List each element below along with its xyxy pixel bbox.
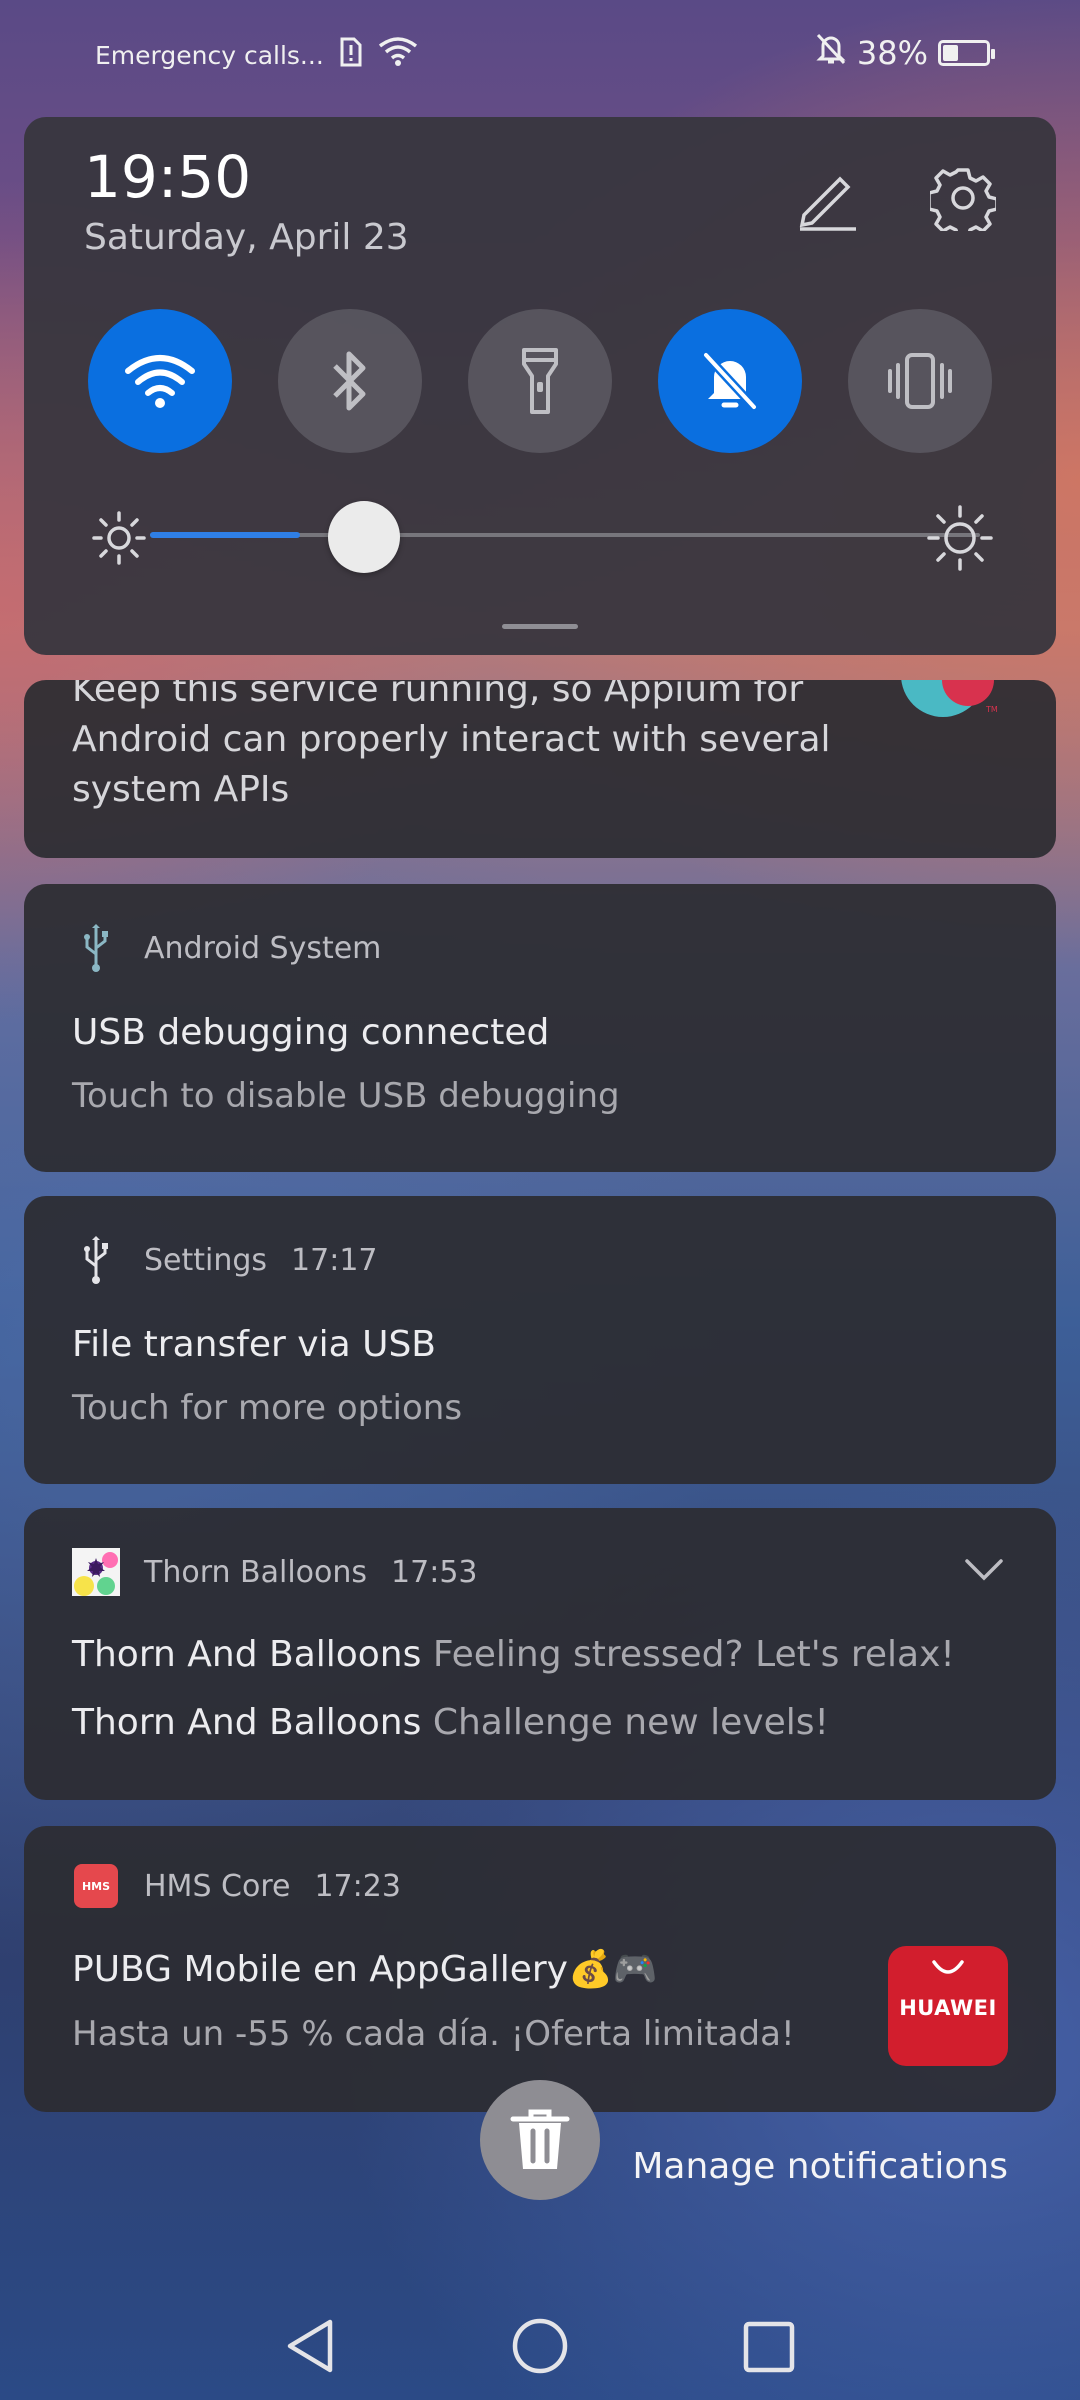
flashlight-toggle[interactable] [468,309,612,453]
brightness-high-icon [926,504,994,576]
notification-line-text: Challenge new levels! [432,1702,829,1743]
appium-text-line3: system APIs [72,769,290,810]
usb-icon [72,1236,120,1284]
bluetooth-toggle[interactable] [278,309,422,453]
brightness-low-icon [90,509,148,571]
thorn-balloons-app-icon [72,1548,120,1596]
notification-line: Thorn And Balloons Feeling stressed? Let… [72,1634,955,1675]
notification-app-name: Android System [144,930,382,966]
appium-logo-icon: TM [888,680,1008,734]
mute-toggle[interactable] [658,309,802,453]
bluetooth-icon [333,351,366,411]
quick-settings-panel: 19:50 Saturday, April 23 [24,117,1056,655]
wifi-status-icon [378,36,418,74]
vibrate-icon [888,353,952,409]
android-system-notification[interactable]: Android System USB debugging connected T… [24,884,1056,1172]
thorn-balloons-notification[interactable]: Thorn Balloons 17:53 Thorn And Balloons … [24,1508,1056,1800]
carrier-text: Emergency calls... [95,40,324,70]
notification-subtitle: Touch for more options [72,1388,463,1428]
settings-gear-icon[interactable] [927,165,999,240]
notification-title: USB debugging connected [72,1012,550,1053]
date: Saturday, April 23 [84,217,409,258]
notification-app-name: HMS Core [144,1868,291,1904]
vibrate-toggle[interactable] [848,309,992,453]
notification-app-name: Settings [144,1242,268,1278]
wifi-icon [125,355,195,408]
huawei-label: HUAWEI [899,1996,997,2020]
back-button[interactable] [282,2316,338,2380]
usb-icon [72,924,120,972]
trash-icon [510,2109,570,2169]
appium-text-line1: Keep this service running, so Appium for [72,680,804,710]
panel-drag-handle[interactable] [502,624,578,629]
manage-notifications-link[interactable]: Manage notifications [632,2146,1008,2187]
appium-text-line2: Android can properly interact with sever… [72,719,831,760]
battery-icon [938,40,995,66]
navigation-bar [0,2280,1080,2400]
status-bar: Emergency calls... 38% [0,0,1080,108]
recents-button[interactable] [742,2320,796,2378]
mute-status-icon [815,32,847,74]
expand-chevron-icon[interactable] [964,1558,1004,1586]
svg-text:TM: TM [985,705,998,714]
wifi-toggle[interactable] [88,309,232,453]
brightness-slider-thumb[interactable] [328,501,400,573]
notification-time: 17:17 [291,1242,378,1278]
notification-app-name: Thorn Balloons [144,1554,368,1590]
hms-core-notification[interactable]: HMS HMS Core 17:23 PUBG Mobile en AppGal… [24,1826,1056,2112]
clock: 19:50 [84,143,252,211]
notification-line-text: Feeling stressed? Let's relax! [432,1634,955,1675]
hms-icon-label: HMS [74,1864,118,1908]
notification-title: File transfer via USB [72,1324,437,1365]
notification-subtitle: Touch to disable USB debugging [72,1076,620,1116]
notification-time: 17:53 [391,1554,478,1590]
notification-subtitle: Hasta un -55 % cada día. ¡Oferta limitad… [72,2014,795,2054]
battery-percent: 38% [856,34,928,72]
settings-usb-notification[interactable]: Settings 17:17 File transfer via USB Tou… [24,1196,1056,1484]
mute-bell-icon [702,351,758,411]
huawei-thumbnail: HUAWEI [888,1946,1008,2066]
brightness-slider-fill [150,532,300,538]
notification-time: 17:23 [314,1868,401,1904]
notification-line: Thorn And Balloons Challenge new levels! [72,1702,829,1743]
appium-notification[interactable]: Keep this service running, so Appium for… [24,680,1056,858]
flashlight-icon [522,348,558,414]
home-button[interactable] [510,2316,570,2380]
notification-line-title: Thorn And Balloons [72,1634,422,1675]
notification-title: PUBG Mobile en AppGallery💰🎮 [72,1949,658,1990]
sim-alert-icon [338,37,364,73]
edit-icon[interactable] [794,165,860,235]
huawei-smile-icon [932,1960,964,1974]
notification-line-title: Thorn And Balloons [72,1702,422,1743]
hms-core-app-icon: HMS [72,1862,120,1910]
clear-all-button[interactable] [480,2080,600,2200]
